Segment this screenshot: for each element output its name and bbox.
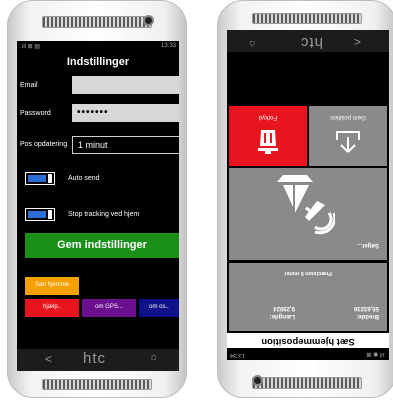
trash-icon [258,130,278,154]
stop-tracking-toggle[interactable] [25,208,55,221]
upload-icon [336,131,360,153]
precision-text: Præcision 6 meter [284,270,332,276]
discard-label: Forkyd [258,114,278,120]
set-home-screen: .ıll ◉ ⊠ 13:34 Sæt hjemmeposition Bredde… [227,52,389,360]
pos-update-select[interactable]: 1 minut [72,136,179,154]
hardware-nav-bar: < htc ⌂ [17,349,179,371]
settings-screen: .ıll ⊠ ▤ 13:33 Indstillinger Email Passw… [17,41,179,349]
latitude-value: 55,63236 [353,305,379,311]
back-icon[interactable]: < [354,35,361,49]
speaker-grille [42,16,152,28]
discard-button[interactable]: Forkyd [229,106,307,166]
page-title: Sæt hjemmeposition [227,333,389,348]
brand-logo: htc [299,34,323,51]
satellite-sailboat-icon [277,175,335,235]
signal-icon: .ıll ⊠ ▤ [20,44,41,50]
speaker-grille [252,377,362,389]
password-field[interactable]: ••••••• [72,104,179,122]
save-position-button[interactable]: Gem position [309,106,387,166]
auto-send-toggle[interactable] [25,172,55,185]
phone-left: .ıll ⊠ ▤ 13:33 Indstillinger Email Passw… [7,0,187,398]
set-home-button[interactable]: Sæt hjemme [25,277,79,295]
page-title: Indstillinger [66,56,130,68]
longitude-value: 9,29924 [273,305,295,311]
help-button[interactable]: hjælp.. [25,299,79,317]
home-icon[interactable]: ⌂ [151,352,157,363]
email-label: Email [20,82,38,89]
save-settings-button[interactable]: Gem indstillinger [25,233,179,258]
front-camera [143,15,154,26]
hardware-nav-bar: < htc ⌂ [227,30,389,52]
back-icon[interactable]: < [45,352,52,366]
status-bar: .ıll ◉ ⊠ 13:34 [227,348,389,360]
status-time: 13:34 [230,352,246,358]
signal-icon: .ıll ◉ ⊠ [366,351,386,357]
stop-tracking-label: Stop tracking ved hjem [68,211,140,218]
speaker-grille [252,13,362,24]
email-field[interactable] [72,76,179,94]
position-info-tile: Bredde: 55,63236 Længde: 9,29924 Præcisi… [229,263,387,331]
save-position-label: Gem position [330,114,366,120]
status-time: 13:33 [160,43,176,49]
phone-right: < htc ⌂ .ıll ◉ ⊠ 13:34 Sæt hjemmepositio… [217,0,393,398]
pos-update-label: Pos opdatering [20,141,68,148]
about-gps-button[interactable]: om GPS... [82,299,136,317]
front-camera [252,375,263,386]
status-bar: .ıll ⊠ ▤ 13:33 [17,41,179,53]
home-icon[interactable]: ⌂ [249,38,255,49]
latitude-label: Bredde: [356,313,379,319]
longitude-label: Længde: [269,313,295,319]
speaker-grille [42,379,152,390]
password-label: Password [20,110,51,117]
brand-logo: htc [83,350,107,367]
about-us-button[interactable]: om os.. [139,299,179,317]
auto-send-label: Auto send [68,175,100,182]
searching-tile: Søger... [229,168,387,260]
searching-text: Søger... [357,242,379,248]
